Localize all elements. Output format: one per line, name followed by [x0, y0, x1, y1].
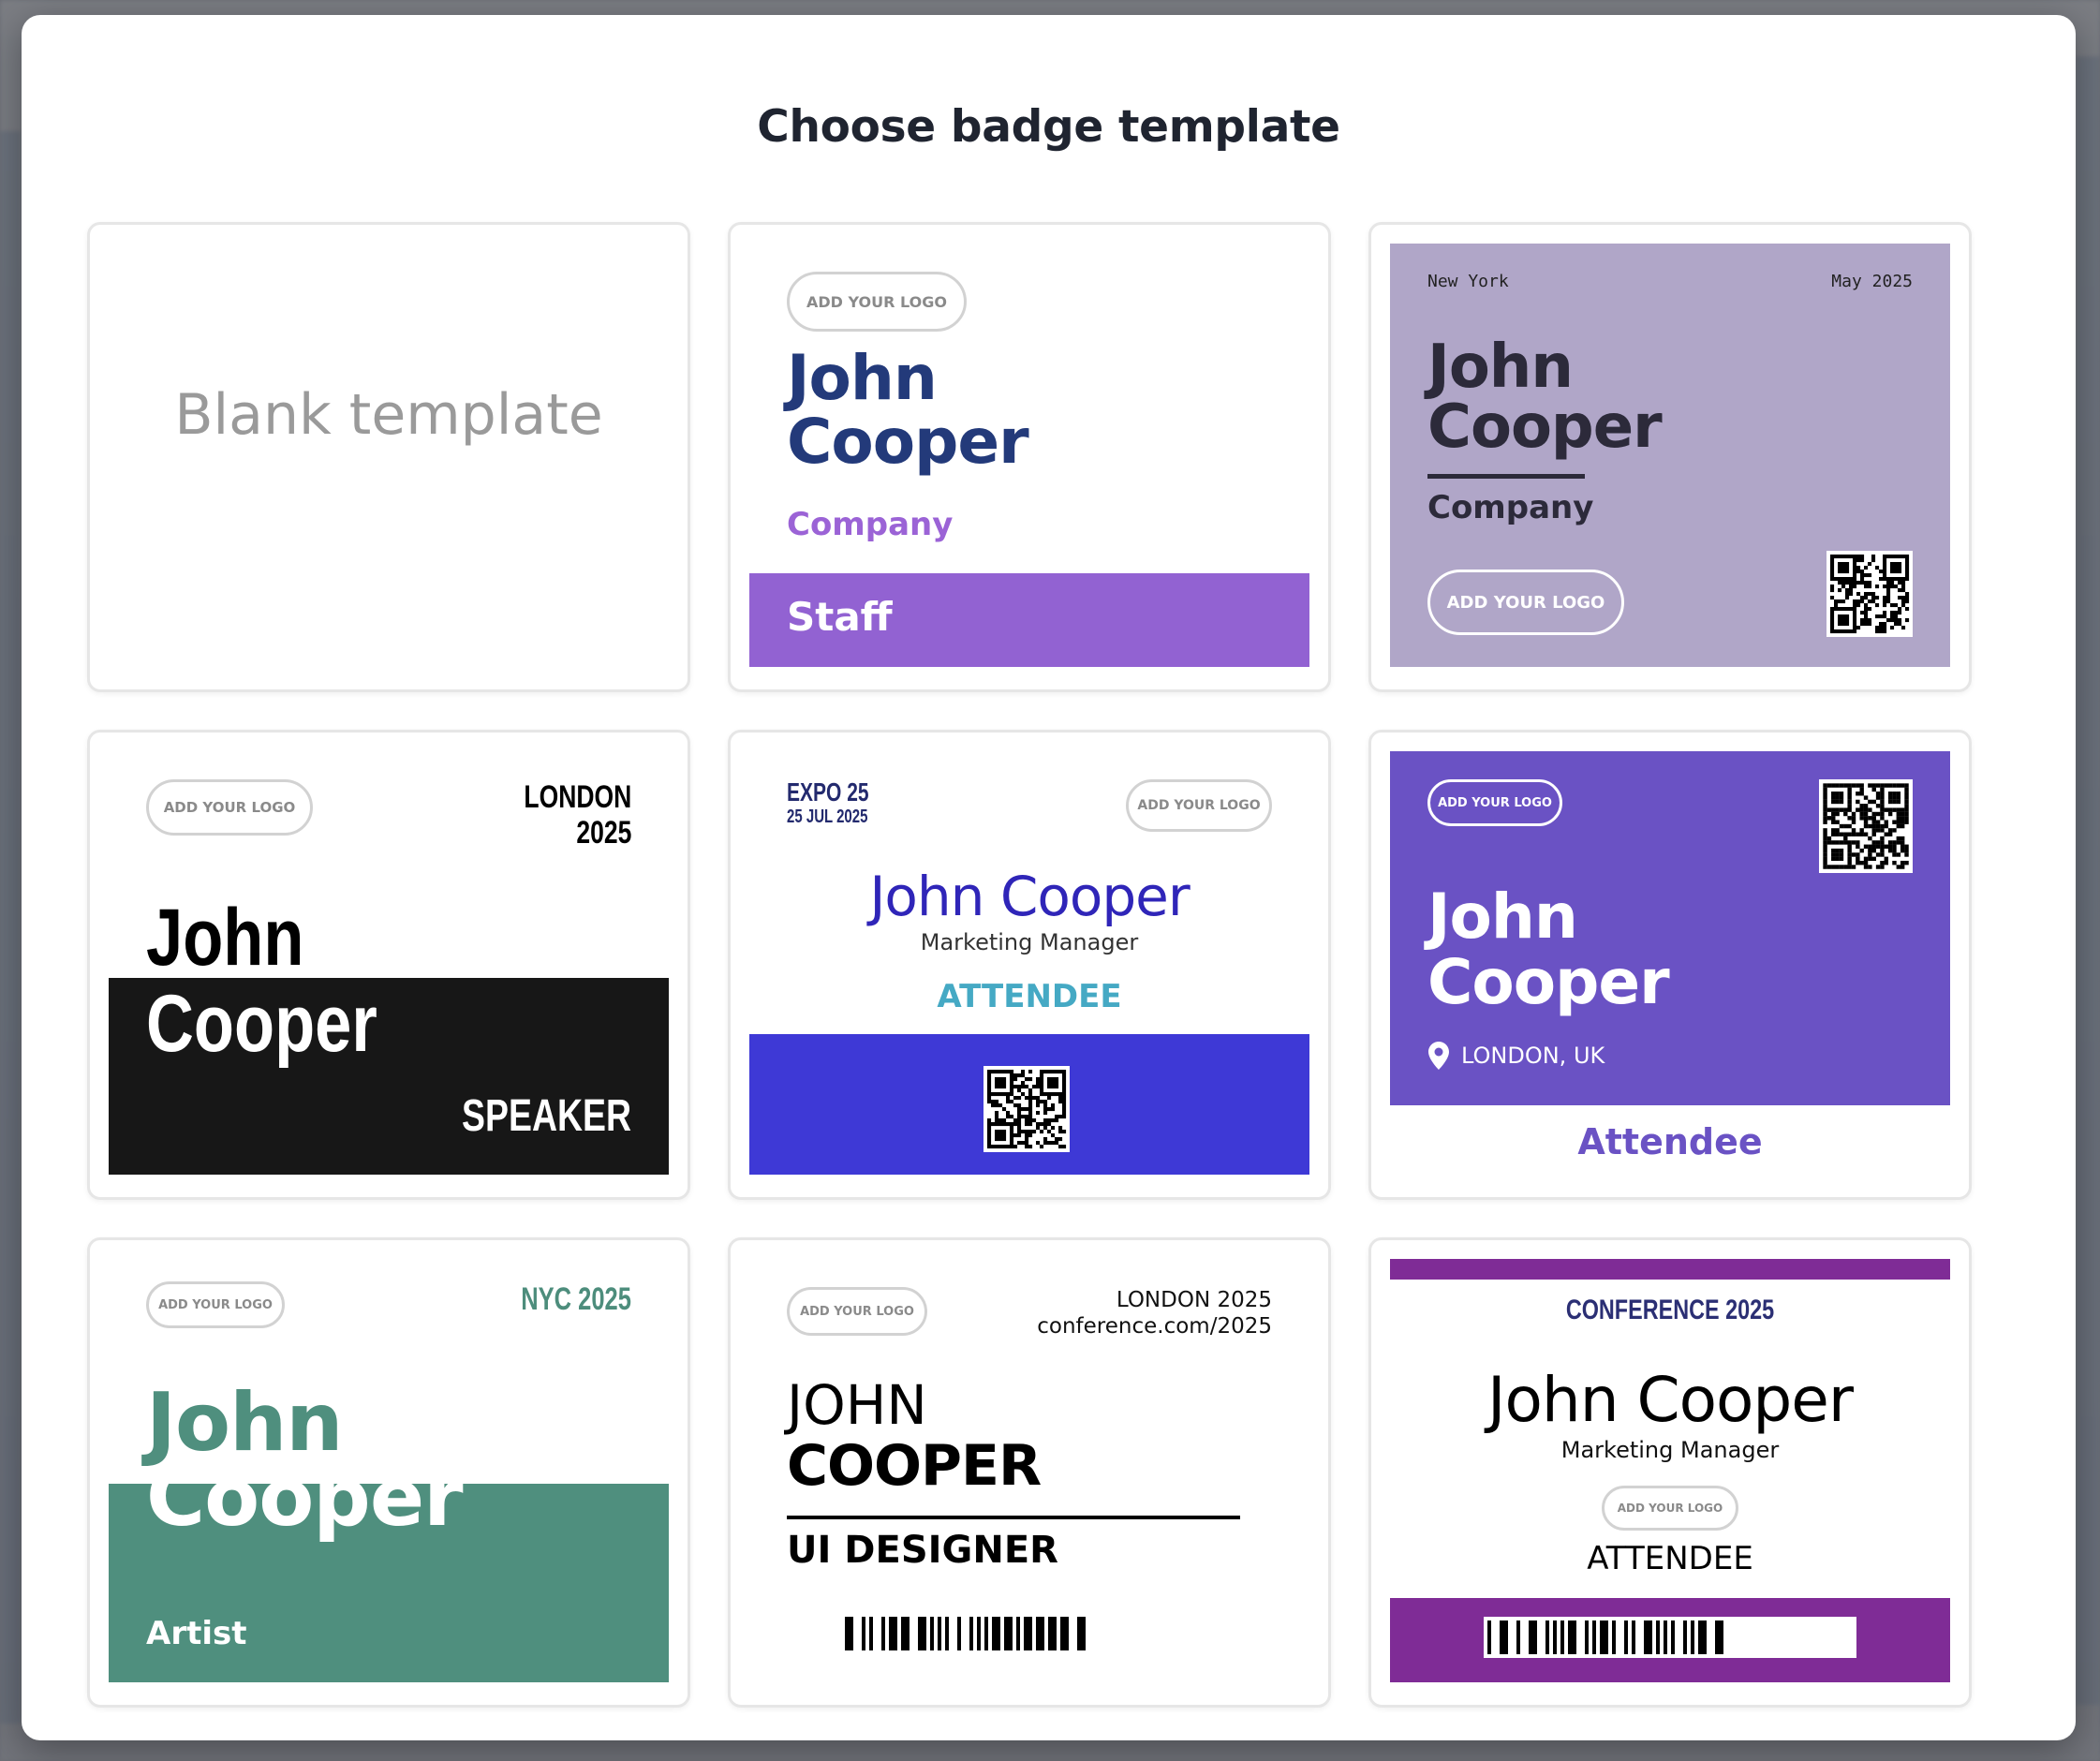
template-picker-modal: Choose badge template Blank template ADD… — [22, 15, 2076, 1740]
badge-name: John Cooper — [1427, 880, 1670, 1018]
add-logo-placeholder: ADD YOUR LOGO — [1126, 779, 1272, 832]
event-line-2: conference.com/2025 — [1037, 1314, 1272, 1339]
event-line-1: LONDON 2025 — [1116, 1288, 1272, 1312]
barcode-icon — [845, 1617, 1218, 1650]
event-date: May 2025 — [1831, 272, 1913, 291]
barcode-icon — [1484, 1617, 1856, 1658]
template-card-purple-attendee[interactable]: ADD YOUR LOGO John Cooper LONDON, UK Att… — [1368, 730, 1972, 1200]
location-text: LONDON, UK — [1461, 1043, 1605, 1069]
template-card-designer[interactable]: ADD YOUR LOGO LONDON 2025 conference.com… — [728, 1237, 1331, 1708]
role-strip: Staff — [749, 573, 1309, 667]
first-name: John — [1427, 333, 1574, 402]
role-label: SPEAKER — [461, 1091, 631, 1141]
template-card-conference[interactable]: CONFERENCE 2025 John Cooper Marketing Ma… — [1368, 1237, 1972, 1708]
badge-name: John Cooper — [1427, 333, 1663, 462]
role-label: Attendee — [1577, 1121, 1763, 1162]
first-name: John — [787, 342, 938, 414]
add-logo-placeholder: ADD YOUR LOGO — [146, 779, 313, 836]
job-title: Marketing Manager — [920, 929, 1139, 955]
event-line-1: LONDON — [524, 779, 631, 815]
purple-panel: ADD YOUR LOGO John Cooper LONDON, UK — [1390, 751, 1950, 1105]
add-logo-placeholder: ADD YOUR LOGO — [787, 1287, 927, 1336]
qr-code-icon — [1819, 779, 1913, 873]
event-date: 25 JUL 2025 — [787, 807, 868, 827]
event-label: LONDON 2025 — [524, 779, 631, 851]
first-name: John — [146, 893, 304, 983]
badge-preview: EXPO 25 25 JUL 2025 ADD YOUR LOGO John C… — [749, 751, 1309, 1175]
badge-preview: ADD YOUR LOGO John Cooper Company Staff — [749, 244, 1309, 667]
last-name: Cooper — [1427, 392, 1663, 462]
qr-code-icon — [1826, 551, 1913, 637]
template-card-expo[interactable]: EXPO 25 25 JUL 2025 ADD YOUR LOGO John C… — [728, 730, 1331, 1200]
last-name: COOPER — [787, 1433, 1042, 1499]
badge-name: John Cooper — [787, 342, 1029, 478]
qr-code-icon — [983, 1066, 1070, 1152]
divider — [1427, 474, 1585, 479]
divider — [787, 1516, 1240, 1519]
badge-preview: Blank template — [109, 244, 669, 667]
event-label: CONFERENCE 2025 — [1565, 1295, 1775, 1325]
event-city: New York — [1427, 272, 1509, 291]
event-line-2: 2025 — [576, 815, 631, 851]
add-logo-placeholder: ADD YOUR LOGO — [1427, 779, 1562, 826]
blank-template-label: Blank template — [174, 382, 603, 448]
role-label: Staff — [787, 594, 893, 640]
last-name: Cooper — [787, 406, 1029, 478]
role-label: ATTENDEE — [1587, 1540, 1753, 1577]
bottom-strip — [749, 1034, 1309, 1175]
last-name: Cooper — [146, 979, 377, 1069]
top-bar — [1390, 1259, 1950, 1280]
company-name: Company — [1427, 489, 1594, 526]
role-label: Artist — [146, 1615, 247, 1652]
add-logo-placeholder: ADD YOUR LOGO — [1602, 1486, 1738, 1531]
bottom-strip — [1390, 1598, 1950, 1682]
map-pin-icon — [1428, 1042, 1449, 1070]
event-label: LONDON 2025 conference.com/2025 — [1037, 1287, 1272, 1339]
event-label: NYC 2025 — [521, 1281, 631, 1317]
badge-preview: ADD YOUR LOGO NYC 2025 John Cooper Artis… — [109, 1259, 669, 1682]
job-title: Marketing Manager — [1560, 1437, 1780, 1463]
first-name: JOHN — [787, 1373, 927, 1437]
role-label: ATTENDEE — [937, 978, 1122, 1015]
badge-preview: New York May 2025 John Cooper Company AD… — [1390, 244, 1950, 667]
add-logo-placeholder: ADD YOUR LOGO — [146, 1281, 285, 1328]
event-label: EXPO 25 25 JUL 2025 — [787, 779, 869, 828]
company-name: Company — [787, 506, 954, 543]
dark-panel: Cooper SPEAKER — [109, 978, 669, 1175]
badge-name: John Cooper — [1487, 1364, 1854, 1436]
event-name: EXPO 25 — [787, 777, 869, 807]
template-card-artist[interactable]: ADD YOUR LOGO NYC 2025 John Cooper Artis… — [87, 1237, 690, 1708]
template-grid: Blank template ADD YOUR LOGO John Cooper… — [87, 222, 1972, 1708]
modal-title: Choose badge template — [757, 101, 1340, 153]
template-card-blank[interactable]: Blank template — [87, 222, 690, 692]
badge-name: John Cooper — [869, 865, 1190, 928]
template-card-lavender[interactable]: New York May 2025 John Cooper Company AD… — [1368, 222, 1972, 692]
badge-preview: ADD YOUR LOGO LONDON 2025 conference.com… — [749, 1259, 1309, 1682]
add-logo-placeholder: ADD YOUR LOGO — [787, 272, 967, 332]
badge-preview: CONFERENCE 2025 John Cooper Marketing Ma… — [1390, 1259, 1950, 1682]
first-name: John — [1427, 880, 1578, 953]
role-label: UI DESIGNER — [787, 1529, 1058, 1572]
last-name: Cooper — [146, 1451, 464, 1545]
template-card-speaker[interactable]: ADD YOUR LOGO LONDON 2025 John Cooper SP… — [87, 730, 690, 1200]
badge-preview: ADD YOUR LOGO John Cooper LONDON, UK Att… — [1390, 751, 1950, 1175]
template-card-staff[interactable]: ADD YOUR LOGO John Cooper Company Staff — [728, 222, 1331, 692]
add-logo-placeholder: ADD YOUR LOGO — [1427, 570, 1624, 635]
location: LONDON, UK — [1427, 1042, 1605, 1070]
badge-preview: ADD YOUR LOGO LONDON 2025 John Cooper SP… — [109, 751, 669, 1175]
last-name: Cooper — [1427, 946, 1670, 1018]
